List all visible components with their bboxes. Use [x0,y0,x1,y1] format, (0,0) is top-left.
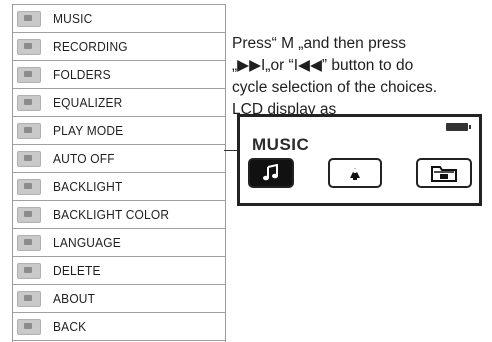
menu-item-label: BACK [53,319,87,334]
instruction-text: Press“ M „and then press „▶▶I„or “I◀◀” b… [232,33,490,121]
lcd-display: MUSIC [237,114,482,206]
menu-item-label: PLAY MODE [53,123,124,138]
connector-line [224,150,238,151]
menu-item-delete: DELETE [13,257,225,285]
menu-item-music: MUSIC [13,4,225,33]
music-note-icon [248,158,294,188]
play-mode-icon [17,122,41,139]
menu-item-back: BACK [13,313,225,341]
menu-item-label: AUTO OFF [53,151,115,166]
menu-item-label: FOLDERS [53,67,111,82]
menu-item-label: DELETE [53,263,101,278]
music-icon [17,10,41,27]
recording-icon [17,38,41,55]
menu-item-label: ABOUT [53,291,96,306]
auto-off-icon [17,150,41,167]
about-icon [17,290,41,307]
menu-item-equalizer: EQUALIZER [13,89,225,117]
instruction-line: cycle selection of the choices. [232,79,438,96]
battery-icon [446,123,471,131]
menu-item-label: BACKLIGHT COLOR [53,207,170,222]
back-icon [17,318,41,335]
menu-list: MUSIC RECORDING FOLDERS EQUALIZER PLAY M… [13,4,225,341]
menu-item-auto-off: AUTO OFF [13,145,225,173]
equalizer-icon [17,94,41,111]
menu-item-label: BACKLIGHT [53,179,123,194]
lcd-title: MUSIC [252,135,310,154]
instruction-line: „▶▶I„or “I◀◀” button to do [232,57,414,74]
menu-item-label: EQUALIZER [53,95,123,110]
folders-icon [17,66,41,83]
menu-item-play-mode: PLAY MODE [13,117,225,145]
instruction-line: Press“ M „and then press [232,35,407,52]
language-icon [17,234,41,251]
menu-item-recording: RECORDING [13,33,225,61]
menu-frame: MUSIC RECORDING FOLDERS EQUALIZER PLAY M… [12,4,226,342]
menu-item-label: RECORDING [53,39,128,54]
delete-icon [17,262,41,279]
folder-icon [416,158,472,188]
menu-item-folders: FOLDERS [13,61,225,89]
backlight-icon [17,178,41,195]
menu-item-label: LANGUAGE [53,235,121,250]
recording-icon [328,158,382,188]
menu-item-backlight: BACKLIGHT [13,173,225,201]
menu-item-about: ABOUT [13,285,225,313]
backlight-color-icon [17,206,41,223]
menu-item-language: LANGUAGE [13,229,225,257]
menu-item-backlight-color: BACKLIGHT COLOR [13,201,225,229]
menu-item-label: MUSIC [53,11,93,26]
